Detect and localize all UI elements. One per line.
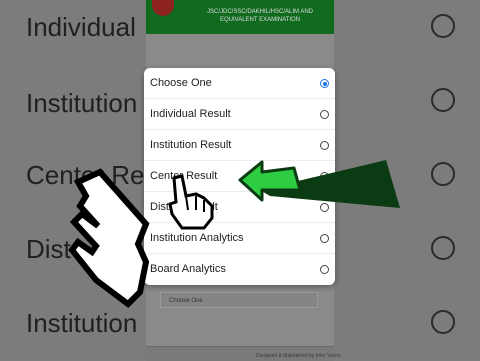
background-list-item: Institution	[26, 88, 138, 118]
option-label: Institution Result	[150, 139, 232, 151]
background-list-item: Institution	[26, 308, 138, 338]
option-label: Center Result	[150, 170, 218, 182]
background-radio	[431, 14, 455, 38]
option-label: Individual Result	[150, 108, 231, 120]
background-radio	[431, 236, 455, 260]
option-institution-result[interactable]: Institution Result	[144, 130, 335, 161]
background-select: Choose One	[160, 292, 318, 308]
radio-button[interactable]	[320, 172, 329, 181]
background-list-item: Dist	[26, 234, 71, 264]
background-header-text: JSC/JDC/SSC/DAKHIL/HSC/ALIM AND EQUIVALE…	[206, 9, 314, 23]
background-list-item: Individual	[26, 12, 136, 42]
background-radio	[431, 162, 455, 186]
option-label: Board Analytics	[150, 263, 226, 275]
option-label: Choose One	[150, 77, 212, 89]
radio-button[interactable]	[320, 79, 329, 88]
background-radio	[431, 310, 455, 334]
option-individual-result[interactable]: Individual Result	[144, 99, 335, 130]
radio-button[interactable]	[320, 141, 329, 150]
background-right-panel	[334, 0, 480, 360]
option-label: District Result	[150, 201, 218, 213]
background-radio	[431, 88, 455, 112]
radio-button[interactable]	[320, 265, 329, 274]
option-label: Institution Analytics	[150, 232, 244, 244]
option-board-analytics[interactable]: Board Analytics	[144, 254, 335, 285]
option-center-result[interactable]: Center Result	[144, 161, 335, 192]
option-institution-analytics[interactable]: Institution Analytics	[144, 223, 335, 254]
option-district-result[interactable]: District Result	[144, 192, 335, 223]
radio-button[interactable]	[320, 234, 329, 243]
background-footer-text: Designed & Maintained by Inter Vision	[256, 353, 341, 359]
choose-result-dialog: Choose One Individual Result Institution…	[144, 68, 335, 285]
radio-button[interactable]	[320, 203, 329, 212]
radio-button[interactable]	[320, 110, 329, 119]
option-choose-one[interactable]: Choose One	[144, 68, 335, 99]
